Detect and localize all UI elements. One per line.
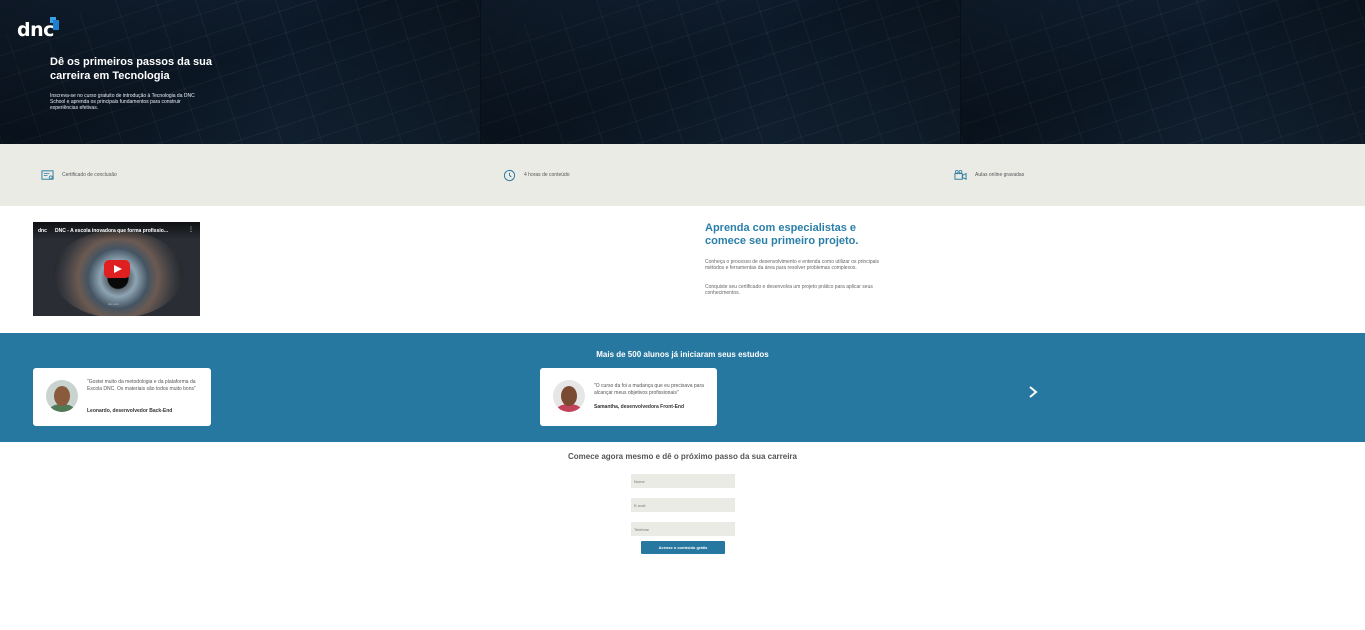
feature-duration: 4 horas de conteúdo <box>503 168 570 182</box>
hero-description: Inscreva-se no curso gratuito de introdu… <box>50 93 195 111</box>
clock-icon <box>503 169 516 181</box>
learn-paragraph: Conheça o processo de desenvolvimento e … <box>705 259 879 271</box>
youtube-video-player[interactable]: dnc DNC - A escola inovadora que forma p… <box>33 222 200 316</box>
testimonial-quote: "Gostei muito da metodologia e da plataf… <box>87 379 196 392</box>
feature-label: Aulas online gravadas <box>975 172 1025 178</box>
video-title[interactable]: DNC - A escola inovadora que forma profi… <box>55 228 193 234</box>
email-field[interactable] <box>631 498 735 512</box>
channel-logo[interactable]: dnc <box>38 228 48 236</box>
testimonials-section: Mais de 500 alunos já iniciaram seus est… <box>0 333 1365 442</box>
hero-background <box>961 0 1365 144</box>
hero-background <box>481 0 960 144</box>
feature-label: Certificado de conclusão <box>62 172 117 178</box>
avatar <box>46 380 78 412</box>
video-camera-icon <box>954 169 967 180</box>
chevron-right-icon[interactable] <box>1026 385 1040 399</box>
video-watermark: dnc.edu <box>108 302 119 306</box>
certificate-icon <box>41 169 54 180</box>
learn-title: Aprenda com especialistas e comece seu p… <box>705 222 859 247</box>
testimonial-quote: "O curso da foi a mudança que eu precisa… <box>594 383 704 396</box>
logo-text: dnc <box>17 19 54 41</box>
play-button[interactable] <box>104 260 130 278</box>
testimonial-author: Samantha, desenvolvedora Front-End <box>594 404 685 410</box>
feature-recorded-classes: Aulas online gravadas <box>954 168 1024 182</box>
more-options-icon[interactable]: ⋮ <box>188 227 194 233</box>
hero-title: Dê os primeiros passos da sua carreira e… <box>50 56 213 82</box>
dnc-logo[interactable]: dnc <box>17 17 59 41</box>
name-field[interactable] <box>631 474 735 488</box>
testimonial-card: "O curso da foi a mudança que eu precisa… <box>540 368 717 426</box>
testimonials-title: Mais de 500 alunos já iniciaram seus est… <box>596 350 769 359</box>
learn-paragraph: Conquiste seu certificado e desenvolva u… <box>705 284 873 296</box>
features-bar: Certificado de conclusão 4 horas de cont… <box>0 144 1365 206</box>
feature-label: 4 horas de conteúdo <box>524 172 570 178</box>
testimonial-author: Leonardo, desenvolvedor Back-End <box>87 408 173 414</box>
phone-field[interactable] <box>631 522 735 536</box>
logo-mark <box>53 20 59 30</box>
hero-section: dnc Dê os primeiros passos da sua carrei… <box>0 0 1365 144</box>
submit-button[interactable]: Acesse o conteúdo grátis <box>641 541 725 554</box>
signup-title: Comece agora mesmo e dê o próximo passo … <box>568 452 797 461</box>
avatar <box>553 380 585 412</box>
testimonial-card: "Gostei muito da metodologia e da plataf… <box>33 368 211 426</box>
feature-certificate: Certificado de conclusão <box>41 168 117 182</box>
